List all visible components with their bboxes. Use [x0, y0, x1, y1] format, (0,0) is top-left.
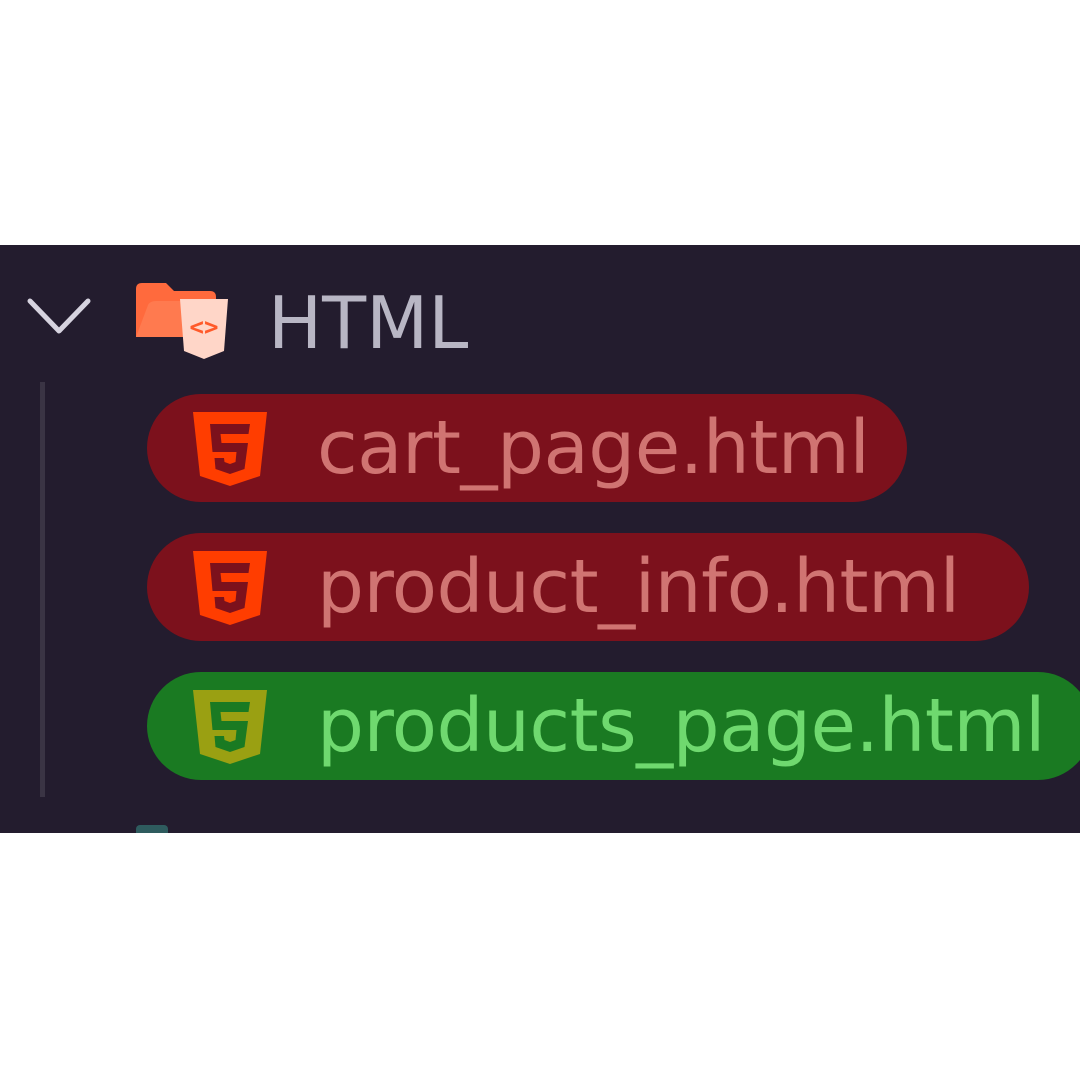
- file-explorer-panel: <> HTML cart_page.html product_info.html: [0, 245, 1080, 833]
- indent-guide: [40, 382, 45, 797]
- folder-label: HTML: [268, 281, 469, 365]
- file-name: products_page.html: [317, 683, 1046, 769]
- svg-text:<>: <>: [190, 313, 219, 341]
- html5-icon: [193, 551, 267, 625]
- html5-icon: [193, 412, 267, 486]
- screenshot-canvas: <> HTML cart_page.html product_info.html: [0, 0, 1080, 1080]
- file-item-products-page[interactable]: products_page.html: [147, 672, 1080, 780]
- file-item-cart-page[interactable]: cart_page.html: [147, 394, 907, 502]
- next-item-icon-peek: [136, 825, 168, 833]
- html5-icon: [193, 690, 267, 764]
- file-item-product-info[interactable]: product_info.html: [147, 533, 1029, 641]
- file-name: cart_page.html: [317, 405, 870, 491]
- folder-row-html[interactable]: <> HTML: [0, 267, 1080, 367]
- file-name: product_info.html: [317, 544, 960, 630]
- html-folder-open-icon: <>: [136, 283, 228, 359]
- chevron-down-icon[interactable]: [24, 287, 94, 347]
